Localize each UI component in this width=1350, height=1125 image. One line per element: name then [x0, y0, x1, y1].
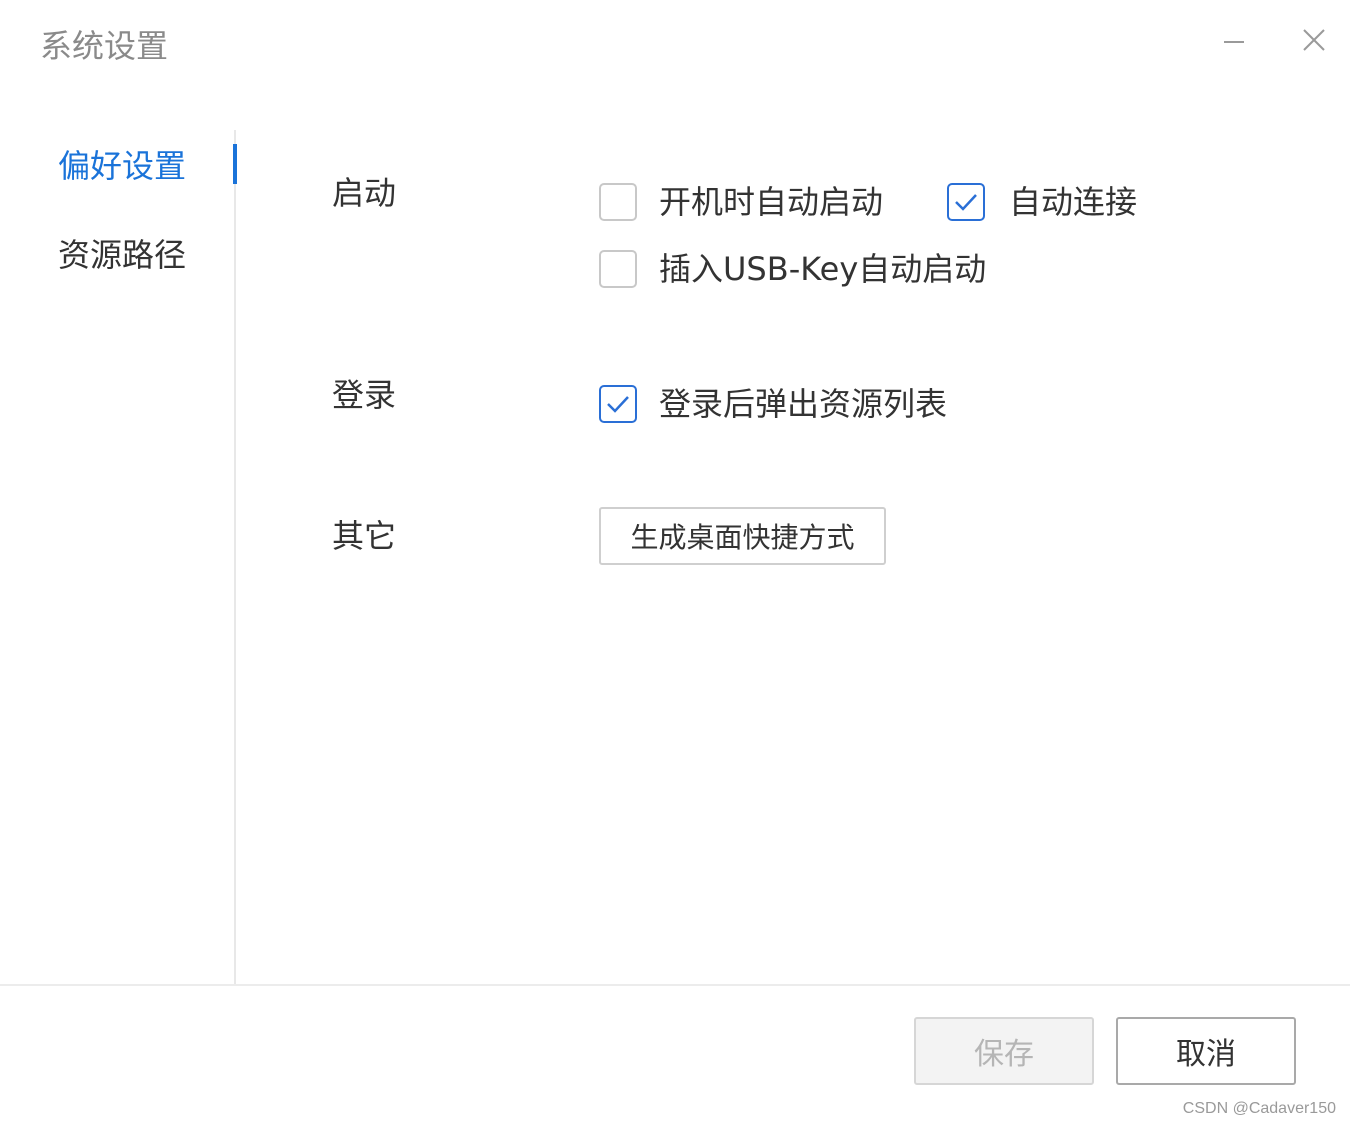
sidebar-item-preferences[interactable]: 偏好设置: [58, 144, 186, 188]
checkbox-auto-connect[interactable]: 自动连接: [947, 180, 1137, 224]
settings-window: 系统设置 偏好设置 资源路径 启动 开机时自动启动 自动连接 插入USB-Key…: [0, 0, 1350, 1125]
checkbox-label: 登录后弹出资源列表: [659, 385, 948, 423]
sidebar-item-resource-path[interactable]: 资源路径: [58, 233, 186, 277]
minimize-icon: [1212, 20, 1256, 64]
create-desktop-shortcut-button[interactable]: 生成桌面快捷方式: [599, 507, 886, 565]
section-label-login: 登录: [332, 376, 397, 414]
checkmark-icon: [952, 188, 980, 216]
checkbox-label: 自动连接: [1009, 183, 1138, 221]
save-button[interactable]: 保存: [914, 1017, 1094, 1085]
checkbox-autostart-on-boot[interactable]: 开机时自动启动: [599, 180, 883, 224]
close-icon: [1292, 20, 1336, 64]
checkbox-box[interactable]: [599, 183, 637, 221]
checkbox-label: 插入USB-Key自动启动: [659, 250, 987, 288]
checkbox-label: 开机时自动启动: [659, 183, 884, 221]
cancel-button[interactable]: 取消: [1116, 1017, 1296, 1085]
checkbox-box[interactable]: [599, 385, 637, 423]
checkbox-usb-key-autostart[interactable]: 插入USB-Key自动启动: [599, 247, 986, 291]
checkmark-icon: [604, 390, 632, 418]
footer-divider: [0, 984, 1350, 986]
minimize-button[interactable]: [1212, 20, 1256, 64]
watermark: CSDN @Cadaver150: [1182, 1100, 1336, 1117]
sidebar-active-indicator: [233, 144, 237, 184]
close-button[interactable]: [1292, 20, 1336, 64]
section-label-other: 其它: [332, 517, 397, 555]
sidebar: 偏好设置 资源路径: [0, 130, 237, 984]
checkbox-box[interactable]: [947, 183, 985, 221]
section-label-startup: 启动: [332, 174, 397, 212]
checkbox-show-resource-list-after-login[interactable]: 登录后弹出资源列表: [599, 382, 947, 426]
window-title: 系统设置: [40, 27, 169, 65]
checkbox-box[interactable]: [599, 250, 637, 288]
